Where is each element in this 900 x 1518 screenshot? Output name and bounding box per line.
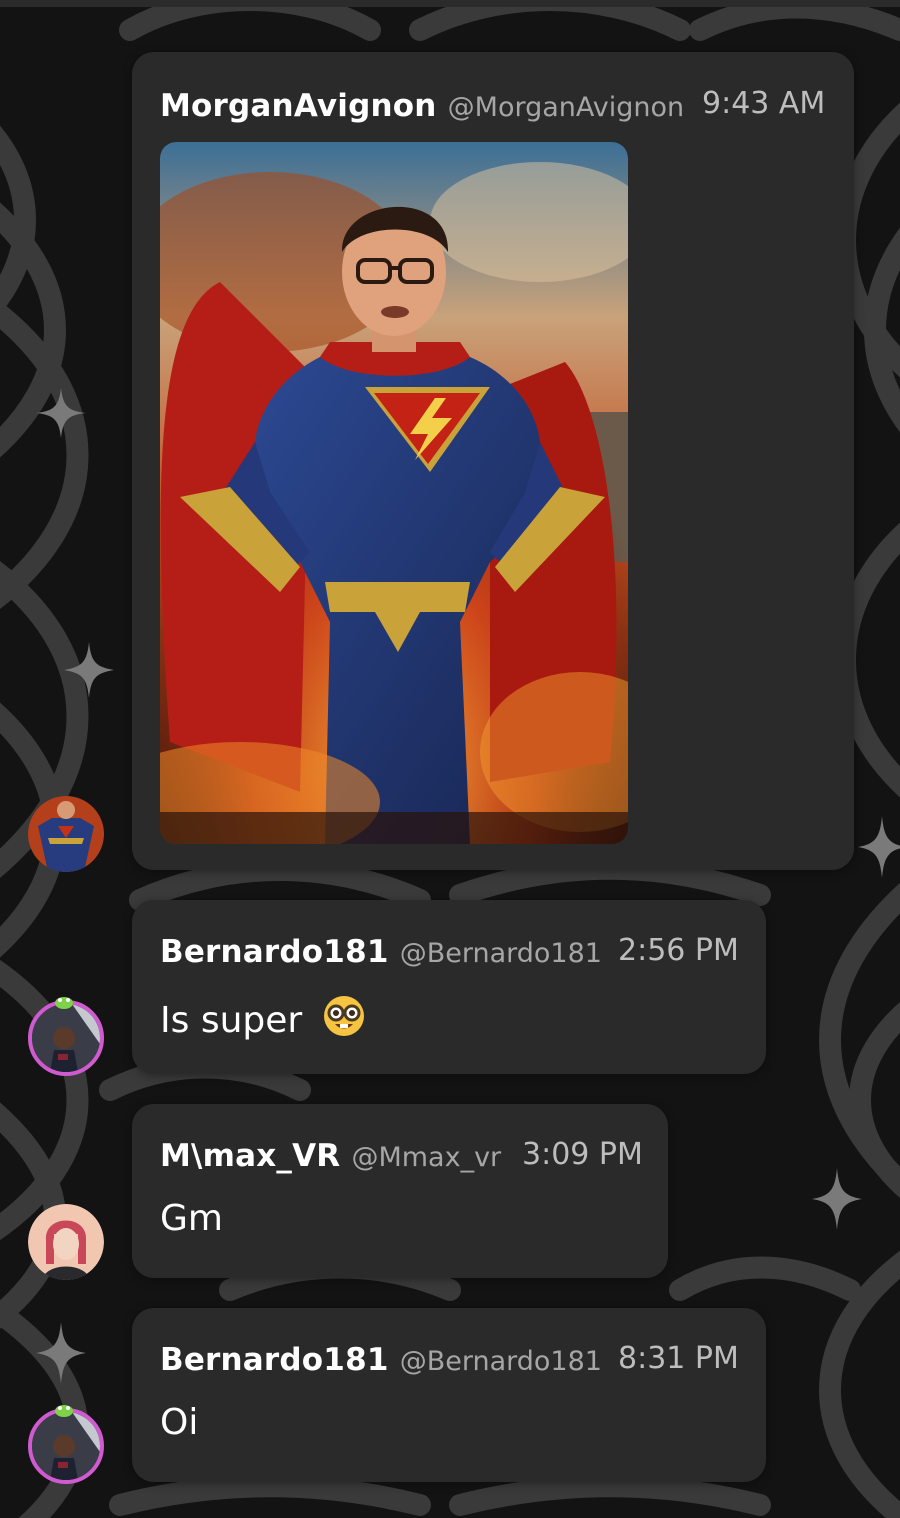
author-name[interactable]: Bernardo181 <box>160 934 389 970</box>
author-handle[interactable]: @Mmax_vr <box>351 1142 501 1173</box>
superhero-avatar-icon <box>28 796 104 872</box>
author-handle[interactable]: @MorganAvignon <box>448 92 685 123</box>
author-name[interactable]: MorganAvignon <box>160 88 437 124</box>
avatar[interactable] <box>28 796 104 872</box>
sparkle-decoration <box>858 816 900 878</box>
message-timestamp: 2:56 PM <box>618 933 739 968</box>
author-handle[interactable]: @Bernardo181 <box>400 938 602 969</box>
message-card[interactable]: Bernardo181 @Bernardo181 2:56 PM Is supe… <box>132 900 766 1074</box>
avatar[interactable] <box>28 1408 104 1484</box>
message-timestamp: 8:31 PM <box>618 1341 739 1376</box>
sparkle-decoration <box>36 388 86 438</box>
sparkle-decoration <box>36 1322 86 1384</box>
avatar[interactable] <box>28 1000 104 1076</box>
bernardo-avatar-icon <box>32 1412 100 1480</box>
author-handle[interactable]: @Bernardo181 <box>400 1346 602 1377</box>
message-header: Bernardo181 @Bernardo181 <box>160 934 602 970</box>
nerd-face-emoji-icon <box>323 996 364 1036</box>
image-attachment[interactable] <box>160 142 628 844</box>
author-name[interactable]: M\max_VR <box>160 1138 340 1174</box>
plant-badge-icon <box>55 997 73 1009</box>
mmax-avatar-icon <box>28 1204 104 1280</box>
message-text: Oi <box>160 1402 199 1443</box>
message-timestamp: 3:09 PM <box>522 1137 643 1172</box>
message-text: Gm <box>160 1198 223 1239</box>
message-card[interactable]: Bernardo181 @Bernardo181 8:31 PM Oi <box>132 1308 766 1482</box>
sparkle-decoration <box>64 642 114 698</box>
bernardo-avatar-icon <box>32 1004 100 1072</box>
sparkle-decoration <box>812 1168 862 1230</box>
author-name[interactable]: Bernardo181 <box>160 1342 389 1378</box>
message-text: Is super <box>160 1000 303 1041</box>
top-status-strip <box>0 0 900 7</box>
avatar[interactable] <box>28 1204 104 1280</box>
message-header: M\max_VR @Mmax_vr <box>160 1138 501 1174</box>
message-header: MorganAvignon @MorganAvignon <box>160 88 684 124</box>
message-body: Is super <box>160 994 366 1041</box>
plant-badge-icon <box>55 1405 73 1417</box>
message-card[interactable]: M\max_VR @Mmax_vr 3:09 PM Gm <box>132 1104 668 1278</box>
message-header: Bernardo181 @Bernardo181 <box>160 1342 602 1378</box>
message-card[interactable]: MorganAvignon @MorganAvignon 9:43 AM <box>132 52 854 870</box>
message-timestamp: 9:43 AM <box>702 86 826 121</box>
